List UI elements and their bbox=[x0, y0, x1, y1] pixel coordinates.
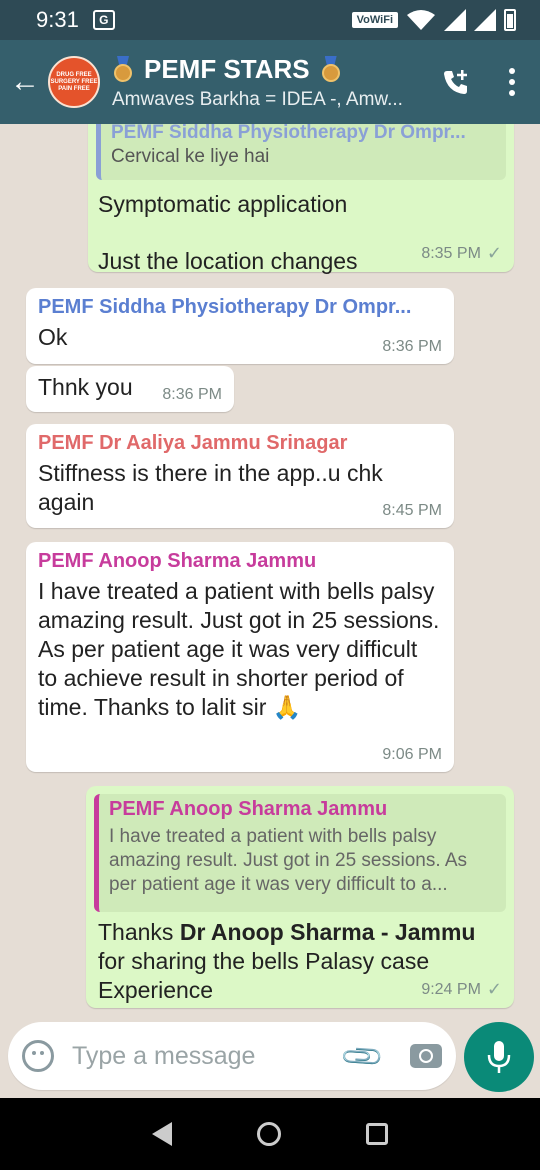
message-text-bold: Dr Anoop Sharma - Jammu bbox=[179, 919, 476, 945]
message-meta: 9:24 PM ✓ bbox=[421, 979, 502, 1000]
message-time: 8:35 PM bbox=[421, 244, 481, 262]
nav-home-icon[interactable] bbox=[256, 1122, 281, 1146]
emoji-icon[interactable] bbox=[22, 1040, 54, 1072]
medal-icon bbox=[112, 56, 134, 82]
quoted-sender: PEMF Siddha Physiotherapy Dr Ompr... bbox=[111, 124, 466, 143]
message-text-line-1: Symptomatic application bbox=[98, 191, 348, 217]
group-title: PEMF STARS bbox=[144, 53, 310, 84]
message-input[interactable]: Type a message bbox=[72, 1042, 345, 1071]
group-members: Amwaves Barkha = IDEA -, Amw... bbox=[112, 88, 403, 110]
quoted-message[interactable]: PEMF Anoop Sharma Jammu I have treated a… bbox=[94, 794, 506, 912]
battery-icon bbox=[504, 9, 516, 31]
quoted-text: Cervical ke liye hai bbox=[111, 146, 270, 167]
message-text: Stiffness is there in the app..u chk aga… bbox=[38, 460, 383, 515]
group-info[interactable]: PEMF STARS Amwaves Barkha = IDEA -, Amw.… bbox=[112, 54, 428, 111]
chat-area[interactable]: PEMF Siddha Physiotherapy Dr Ompr... Cer… bbox=[0, 124, 540, 1022]
message-bubble-outgoing[interactable]: PEMF Siddha Physiotherapy Dr Ompr... Cer… bbox=[88, 124, 514, 274]
message-meta: 8:36 PM bbox=[162, 386, 222, 404]
message-composer[interactable]: Type a message 📎 bbox=[8, 1022, 456, 1090]
nav-recents-icon[interactable] bbox=[365, 1123, 388, 1145]
signal-icon bbox=[444, 9, 466, 31]
message-sender: PEMF Anoop Sharma Jammu bbox=[38, 550, 317, 572]
sent-check-icon: ✓ bbox=[486, 979, 502, 999]
message-meta: 8:36 PM bbox=[382, 338, 442, 356]
status-time: 9:31 bbox=[36, 7, 79, 32]
group-title-row: PEMF STARS bbox=[112, 54, 428, 85]
status-bar: 9:31 G VoWiFi bbox=[0, 0, 540, 40]
quoted-message[interactable]: PEMF Siddha Physiotherapy Dr Ompr... Cer… bbox=[96, 124, 506, 180]
message-bubble-incoming[interactable]: PEMF Anoop Sharma Jammu I have treated a… bbox=[26, 542, 454, 772]
message-text-prefix: Thanks bbox=[98, 919, 180, 945]
camera-icon[interactable] bbox=[410, 1044, 442, 1068]
quoted-sender: PEMF Anoop Sharma Jammu bbox=[109, 798, 388, 820]
sent-check-icon: ✓ bbox=[486, 243, 502, 263]
back-arrow-icon[interactable]: ← bbox=[2, 40, 48, 124]
attach-icon[interactable]: 📎 bbox=[339, 1032, 387, 1080]
message-time: 8:36 PM bbox=[382, 338, 442, 355]
wifi-icon bbox=[407, 10, 435, 30]
quoted-text: I have treated a patient with bells pals… bbox=[109, 826, 468, 895]
message-meta: 8:35 PM ✓ bbox=[421, 243, 502, 264]
mic-icon bbox=[487, 1041, 511, 1073]
system-nav-bar bbox=[0, 1098, 540, 1170]
message-meta: 8:45 PM bbox=[382, 502, 442, 520]
more-options-icon[interactable] bbox=[484, 40, 540, 124]
message-time: 8:45 PM bbox=[382, 502, 442, 519]
message-time: 9:24 PM bbox=[421, 980, 481, 998]
nav-back-icon[interactable] bbox=[152, 1122, 173, 1146]
message-time: 9:06 PM bbox=[382, 746, 442, 763]
message-text: I have treated a patient with bells pals… bbox=[38, 577, 442, 722]
message-sender: PEMF Dr Aaliya Jammu Srinagar bbox=[38, 432, 348, 454]
medal-icon-right bbox=[320, 56, 342, 82]
message-meta: 9:06 PM bbox=[382, 746, 442, 764]
message-text-suffix: for sharing the bells Palasy case Experi… bbox=[98, 948, 430, 1003]
message-bubble-outgoing[interactable]: PEMF Anoop Sharma Jammu I have treated a… bbox=[86, 786, 514, 1008]
translate-icon: G bbox=[92, 10, 115, 30]
praying-hands-emoji: 🙏 bbox=[272, 694, 302, 720]
mic-button[interactable] bbox=[464, 1022, 534, 1092]
message-body: I have treated a patient with bells pals… bbox=[38, 578, 440, 720]
status-icons: VoWiFi bbox=[351, 9, 516, 31]
group-avatar[interactable]: DRUG FREE SURGERY FREE PAIN FREE bbox=[48, 56, 100, 108]
message-sender: PEMF Siddha Physiotherapy Dr Ompr... bbox=[38, 296, 412, 318]
message-bubble-incoming[interactable]: Thnk you 8:36 PM bbox=[26, 366, 234, 412]
vowifi-badge: VoWiFi bbox=[351, 12, 398, 28]
message-time: 8:36 PM bbox=[162, 386, 222, 403]
message-text: Ok bbox=[38, 324, 68, 350]
message-bubble-incoming[interactable]: PEMF Dr Aaliya Jammu Srinagar Stiffness … bbox=[26, 424, 454, 528]
chat-header: ← DRUG FREE SURGERY FREE PAIN FREE PEMF … bbox=[0, 40, 540, 124]
message-bubble-incoming[interactable]: PEMF Siddha Physiotherapy Dr Ompr... Ok … bbox=[26, 288, 454, 364]
signal-icon-2 bbox=[474, 9, 496, 31]
add-call-icon[interactable] bbox=[428, 40, 484, 124]
avatar-text: DRUG FREE SURGERY FREE PAIN FREE bbox=[50, 71, 98, 92]
